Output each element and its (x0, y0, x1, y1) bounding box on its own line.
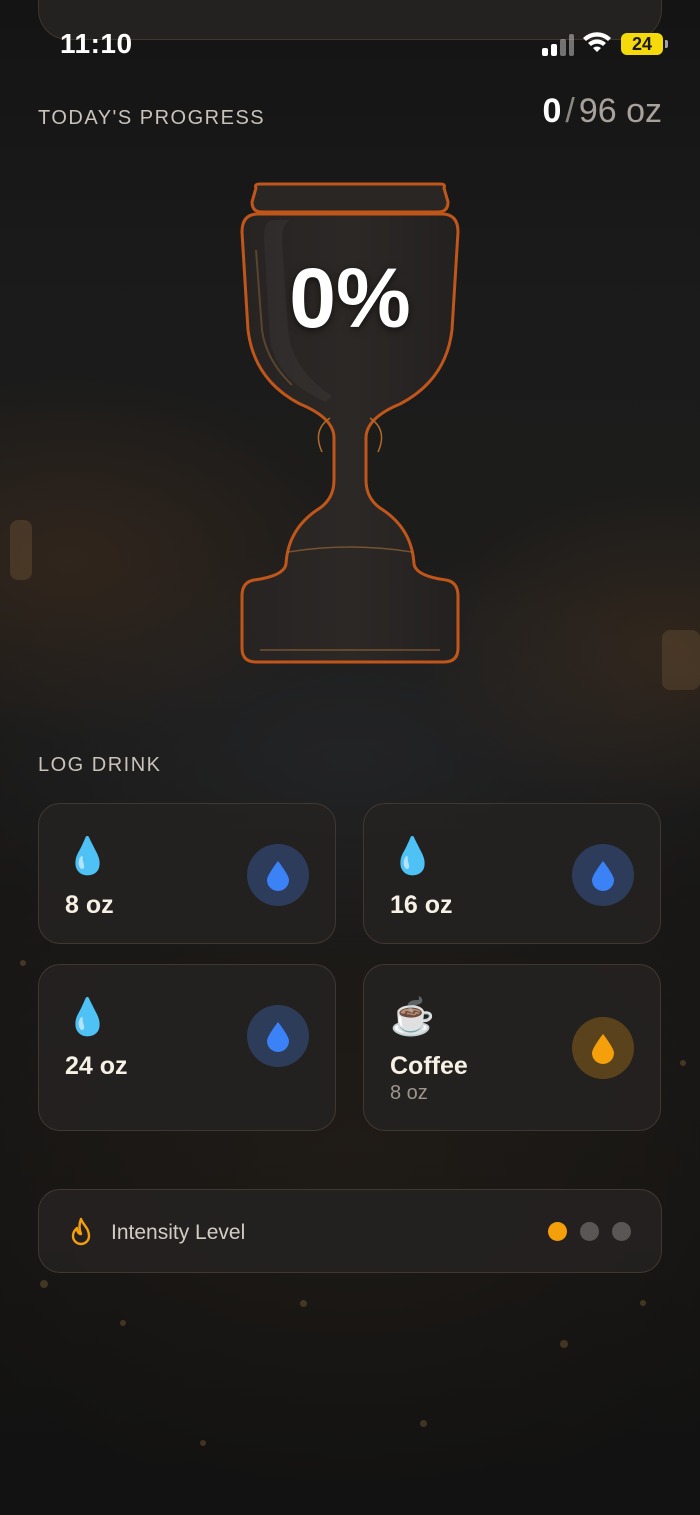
droplet-icon (267, 1022, 289, 1052)
flame-icon (71, 1217, 91, 1246)
progress-current: 0 (542, 92, 562, 130)
water-drop-icon: 💧 (65, 996, 110, 1037)
progress-separator: / (565, 92, 575, 130)
status-bar: 11:10 24 (0, 0, 700, 90)
intensity-level-selector[interactable] (548, 1222, 631, 1241)
droplet-icon (592, 861, 614, 891)
status-time: 11:10 (60, 28, 133, 59)
coffee-cup-icon: ☕ (390, 996, 435, 1037)
drink-label: Coffee (390, 1052, 468, 1080)
drink-card-coffee[interactable]: ☕ Coffee 8 oz (363, 964, 661, 1131)
log-drink-label: LOG DRINK (38, 754, 162, 776)
battery-indicator: 24 (621, 33, 668, 55)
droplet-icon (267, 861, 289, 891)
progress-percent: 0% (289, 251, 411, 345)
cellular-signal-icon (542, 34, 574, 56)
progress-section-label: TODAY'S PROGRESS (38, 107, 266, 129)
intensity-dot-2[interactable] (580, 1222, 599, 1241)
add-water-button[interactable] (572, 844, 634, 906)
progress-readout: 0/96 oz (542, 92, 662, 131)
drink-label: 8 oz (65, 891, 114, 919)
drink-label: 24 oz (65, 1052, 128, 1080)
water-drop-icon: 💧 (65, 835, 110, 876)
drink-label: 16 oz (390, 891, 453, 919)
add-water-button[interactable] (247, 1005, 309, 1067)
intensity-dot-3[interactable] (612, 1222, 631, 1241)
intensity-level-row[interactable]: Intensity Level (38, 1189, 662, 1273)
drink-card-8oz[interactable]: 💧 8 oz (38, 803, 336, 944)
add-coffee-button[interactable] (572, 1017, 634, 1079)
intensity-dot-1[interactable] (548, 1222, 567, 1241)
drink-sublabel: 8 oz (390, 1082, 428, 1104)
wifi-icon (583, 32, 611, 52)
water-drop-icon: 💧 (390, 835, 435, 876)
drink-card-24oz[interactable]: 💧 24 oz (38, 964, 336, 1131)
drink-card-16oz[interactable]: 💧 16 oz (363, 803, 661, 944)
progress-goal: 96 oz (578, 92, 662, 130)
add-water-button[interactable] (247, 844, 309, 906)
intensity-label: Intensity Level (111, 1221, 246, 1244)
droplet-icon (592, 1034, 614, 1064)
